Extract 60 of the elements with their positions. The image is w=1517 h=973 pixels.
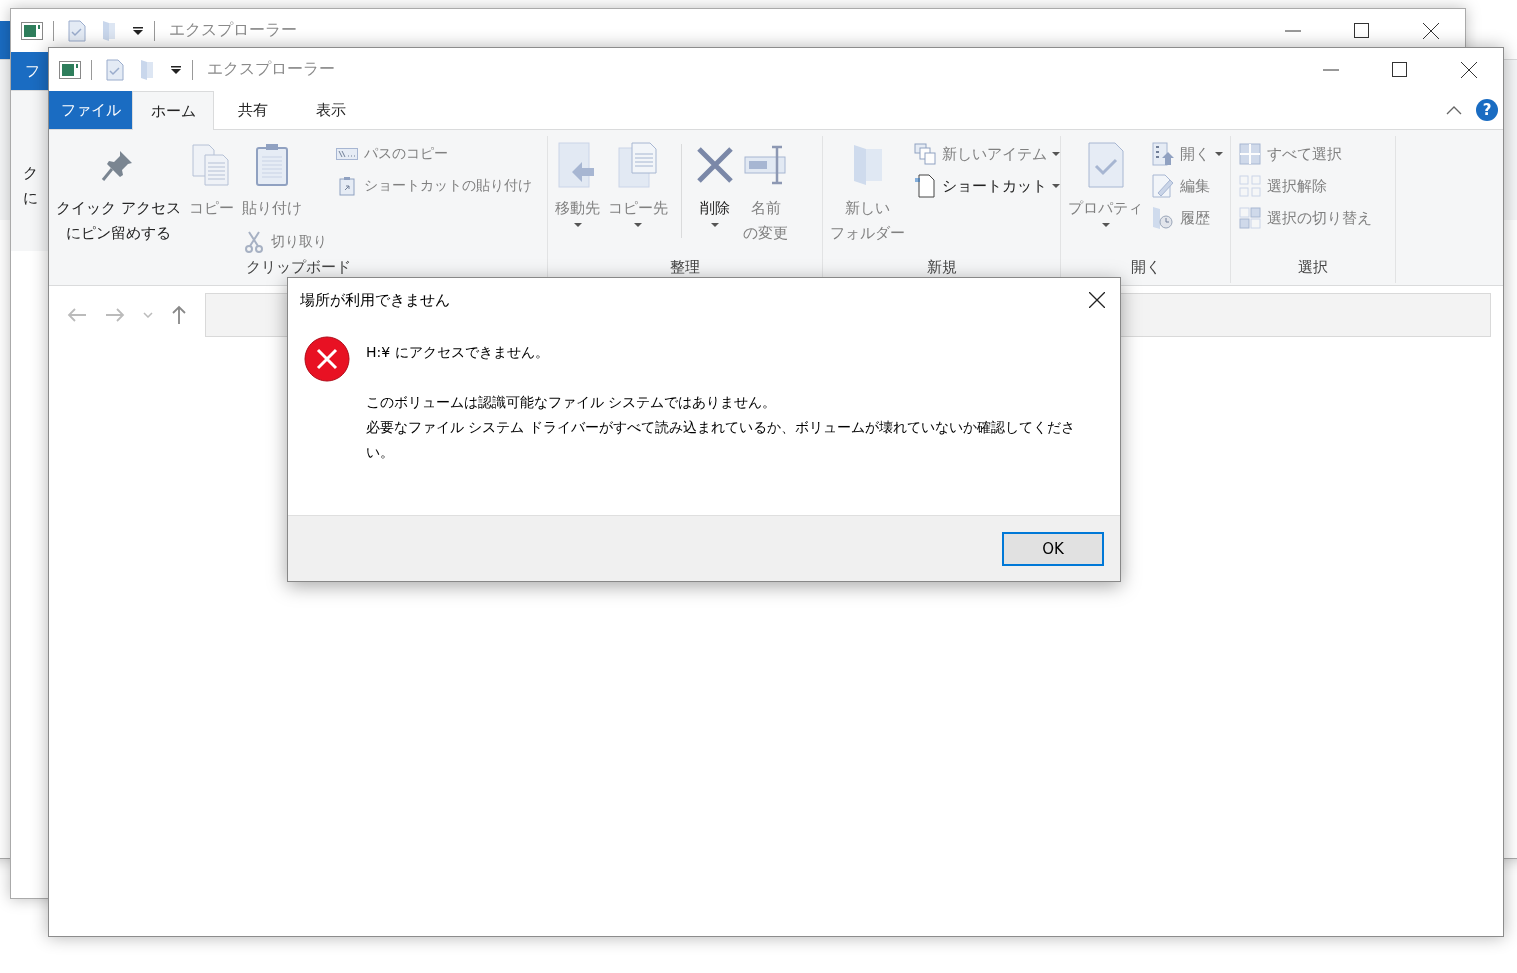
file-tab[interactable]: ファイル <box>49 91 132 129</box>
file-tab[interactable]: フ <box>11 52 49 90</box>
properties-icon[interactable] <box>106 58 124 81</box>
ribbon-button[interactable]: クイック アクセス にピン留めする <box>53 138 184 248</box>
properties-icon[interactable] <box>68 19 86 42</box>
customize-icon[interactable] <box>170 64 182 75</box>
minimize-icon[interactable] <box>1322 68 1339 71</box>
window-icon <box>59 60 81 79</box>
maximize-icon[interactable] <box>1392 62 1407 77</box>
collapse-ribbon-icon[interactable] <box>1446 105 1462 115</box>
delete-icon <box>695 145 735 185</box>
window-title: エクスプローラー <box>207 59 335 80</box>
ribbon-button[interactable]: 削除 <box>692 138 738 238</box>
group-label: 開く <box>1129 258 1162 278</box>
scissors-icon <box>244 231 263 253</box>
group-label: 整理 <box>669 258 701 278</box>
minimize-icon[interactable] <box>1284 29 1301 32</box>
error-message: H:¥ にアクセスできません。 <box>366 343 550 362</box>
document-icon <box>915 174 935 198</box>
close-icon[interactable] <box>1460 61 1477 78</box>
new-item-icon <box>914 143 936 165</box>
ribbon-button[interactable]: ショートカット <box>910 170 1063 202</box>
ribbon-label: に <box>23 189 38 207</box>
select-all-icon <box>1239 143 1261 165</box>
ok-button[interactable]: OK <box>1002 531 1104 566</box>
back-icon[interactable] <box>67 307 87 323</box>
error-icon <box>304 336 350 382</box>
ribbon-tab[interactable]: 共有 <box>214 91 292 129</box>
ribbon-label: ク <box>23 164 38 182</box>
copy-icon <box>191 143 232 187</box>
chevron-down-icon[interactable] <box>143 312 153 318</box>
edit-icon <box>1152 174 1174 198</box>
dialog-title: 場所が利用できません <box>300 290 450 310</box>
window-title: エクスプローラー <box>169 20 297 41</box>
clipboard-icon <box>254 143 289 187</box>
copy-to-icon <box>618 142 658 188</box>
rename-icon <box>743 145 788 185</box>
open-icon <box>1152 142 1174 166</box>
clipboard-icon <box>338 176 355 196</box>
maximize-icon[interactable] <box>1354 23 1369 38</box>
properties-icon <box>1087 142 1124 188</box>
error-detail: このボリュームは認識可能なファイル システムではありません。 <box>366 393 778 412</box>
window-icon <box>21 21 43 40</box>
forward-icon[interactable] <box>105 307 125 323</box>
help-button[interactable]: ? <box>1476 99 1498 121</box>
ribbon-tab[interactable]: 表示 <box>292 91 370 129</box>
invert-selection-icon <box>1239 207 1261 229</box>
group-label: 選択 <box>1297 258 1329 278</box>
close-icon[interactable] <box>1422 22 1439 39</box>
group-label: クリップボード <box>244 258 352 278</box>
customize-icon[interactable] <box>132 25 144 36</box>
error-detail: 必要なファイル システム ドライバーがすべて読み込まれているか、ボリュームが壊れていないか確認してください。 <box>366 418 1076 462</box>
ribbon-tab[interactable]: ホーム <box>132 91 214 130</box>
folder-icon <box>851 143 884 187</box>
select-none-icon <box>1239 175 1261 197</box>
close-icon[interactable] <box>1089 292 1105 308</box>
up-icon[interactable] <box>171 305 187 325</box>
group-label: 新規 <box>925 258 958 278</box>
history-icon <box>1152 206 1174 230</box>
path-icon <box>335 148 358 160</box>
